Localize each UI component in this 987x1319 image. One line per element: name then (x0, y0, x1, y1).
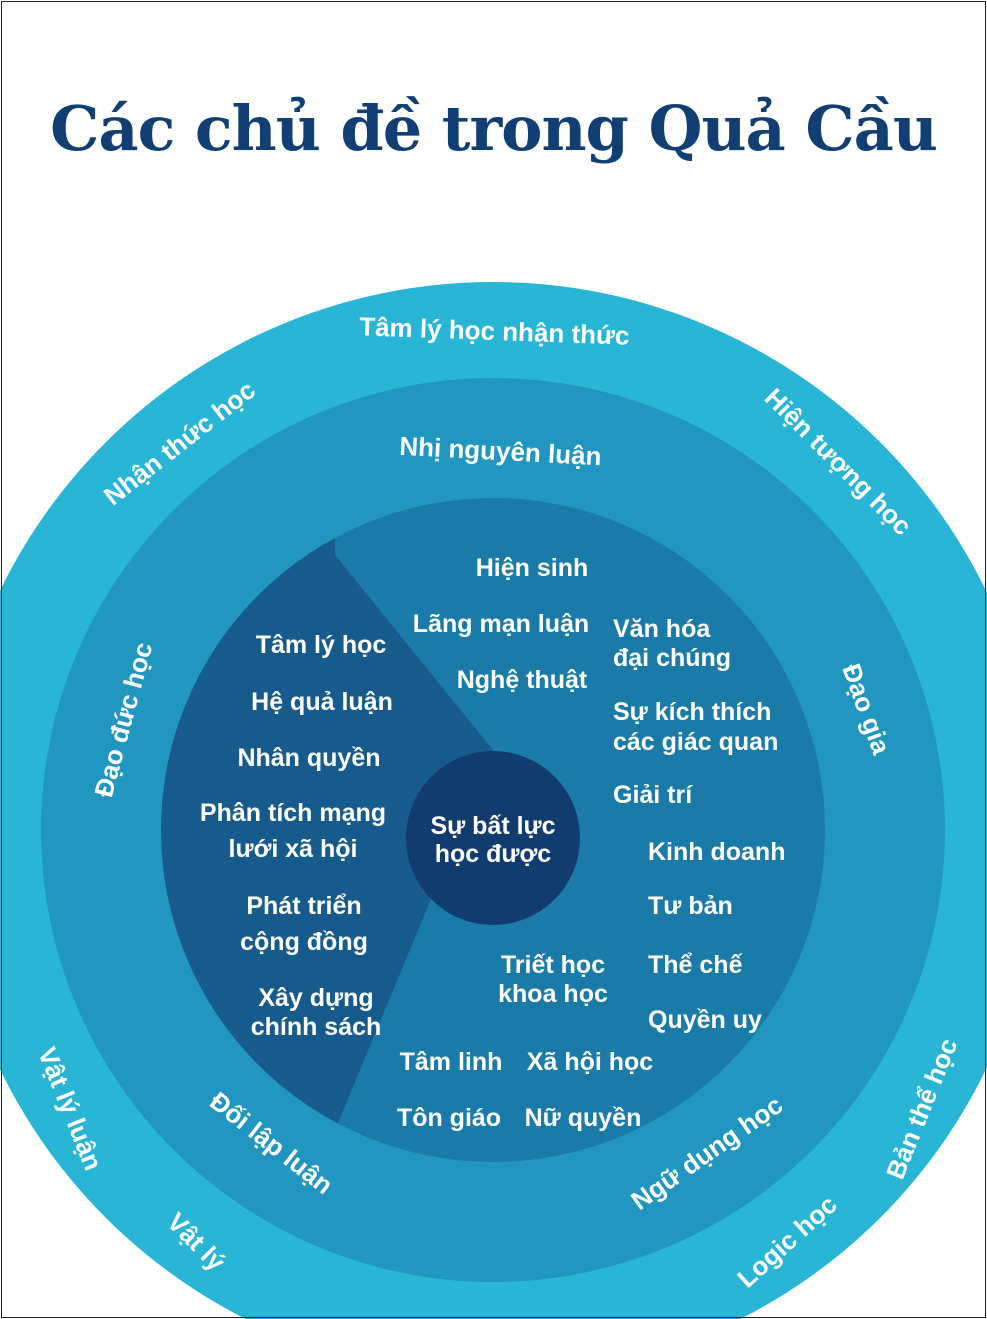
inner-right-entertainment: Giải trí (613, 781, 693, 809)
inner-right-philosophy-science-line2: khoa học (498, 980, 608, 1008)
inner-right-philosophy-science-line1: Triết học (501, 951, 605, 979)
inner-right-art: Nghệ thuật (457, 666, 588, 694)
inner-left-policy-line1: Xây dựng (258, 984, 373, 1012)
inner-right-sociology: Xã hội học (527, 1048, 654, 1076)
inner-left-human-rights: Nhân quyền (237, 744, 380, 772)
inner-right-authority: Quyền uy (648, 1006, 762, 1034)
inner-left-network-analysis-line1: Phân tích mạng (200, 799, 386, 827)
inner-right-romanticism: Lãng mạn luận (413, 610, 589, 638)
inner-right-existentialism: Hiện sinh (476, 554, 589, 582)
inner-left-community-dev-line1: Phát triển (246, 892, 361, 920)
inner-right-pop-culture-line2: đại chúng (613, 644, 731, 672)
inner-right-pop-culture-line1: Văn hóa (613, 615, 711, 643)
inner-left-consequentialism: Hệ quả luận (251, 688, 393, 716)
inner-right-business: Kinh doanh (648, 838, 785, 866)
inner-right-religion: Tôn giáo (397, 1104, 501, 1132)
infographic-canvas: Các chủ đề trong Quả Cầu Tâm lý học nhận… (0, 0, 987, 1319)
core-label-line1: Sự bất lực (430, 812, 555, 840)
inner-right-feminism: Nữ quyền (525, 1104, 642, 1132)
inner-left-network-analysis-line2: lưới xã hội (229, 835, 358, 863)
inner-left-psychology: Tâm lý học (256, 631, 387, 659)
inner-right-sensory-line1: Sự kích thích (613, 698, 771, 726)
inner-right-capitalism: Tư bản (648, 892, 733, 920)
core-label-line2: học được (435, 840, 552, 868)
inner-right-spirituality: Tâm linh (400, 1048, 503, 1076)
inner-left-policy-line2: chính sách (251, 1013, 382, 1041)
inner-right-institutions: Thể chế (648, 951, 743, 979)
sphere-diagram: Tâm lý học nhận thức Hiện tượng học Nhận… (0, 282, 987, 1319)
inner-right-sensory-line2: các giác quan (613, 728, 778, 756)
inner-left-community-dev-line2: cộng đồng (240, 928, 368, 956)
